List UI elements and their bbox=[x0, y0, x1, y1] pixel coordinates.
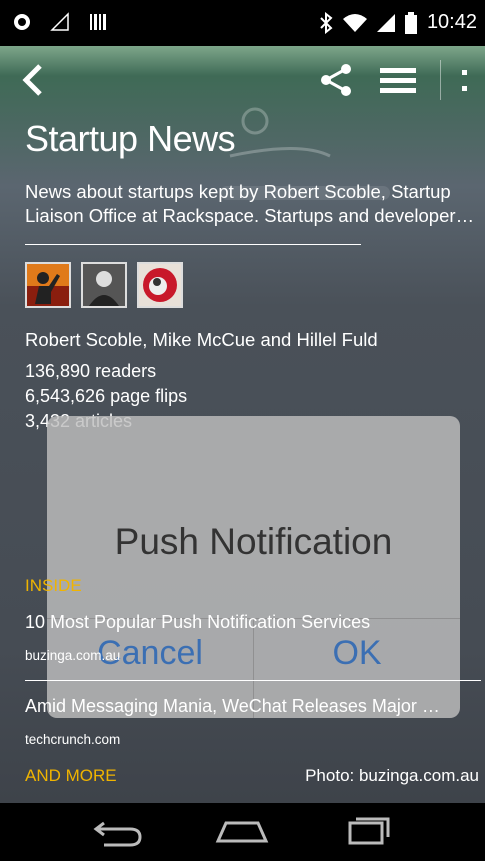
divider bbox=[25, 244, 361, 245]
and-more-link[interactable]: AND MORE bbox=[25, 766, 117, 786]
barcode-icon bbox=[90, 14, 106, 30]
magazine-cover: Startup News News about startups kept by… bbox=[0, 46, 485, 803]
push-notification-dialog: Push Notification Cancel OK bbox=[47, 416, 460, 718]
status-time: 10:42 bbox=[426, 11, 477, 33]
bluetooth-icon bbox=[320, 11, 333, 34]
menu-icon[interactable] bbox=[378, 62, 418, 98]
article-source: techcrunch.com bbox=[25, 732, 121, 747]
dialog-title: Push Notification bbox=[114, 521, 393, 562]
wifi-icon bbox=[342, 13, 367, 32]
curators[interactable]: Robert Scoble, Mike McCue and Hillel Ful… bbox=[25, 329, 378, 351]
photo-credit: Photo: buzinga.com.au bbox=[305, 766, 479, 785]
ok-button: OK bbox=[332, 634, 382, 672]
curator-avatars bbox=[25, 262, 183, 308]
avatar[interactable] bbox=[81, 262, 127, 308]
battery-icon bbox=[404, 11, 417, 34]
toolbar-divider bbox=[440, 60, 441, 100]
navigation-bar bbox=[0, 803, 485, 861]
page-flips-count: 6,543,626 page flips bbox=[25, 386, 188, 406]
article-source: buzinga.com.au bbox=[25, 648, 121, 663]
avatar[interactable] bbox=[137, 262, 183, 308]
settings-icon bbox=[14, 14, 30, 30]
magazine-description-line1: News about startups kept by Robert Scobl… bbox=[25, 181, 451, 202]
overflow-icon[interactable] bbox=[452, 62, 476, 98]
recents-nav-icon[interactable] bbox=[340, 817, 396, 847]
toolbar bbox=[0, 56, 485, 106]
share-icon[interactable] bbox=[318, 62, 354, 98]
article-title[interactable]: Amid Messaging Mania, WeChat Releases Ma… bbox=[25, 696, 475, 717]
magazine-title: Startup News bbox=[25, 118, 236, 159]
signal-off-icon bbox=[50, 12, 69, 31]
article-title[interactable]: 10 Most Popular Push Notification Servic… bbox=[25, 612, 475, 633]
readers-count: 136,890 readers bbox=[25, 361, 157, 381]
magazine-description-line2: Liaison Office at Rackspace. Startups an… bbox=[25, 205, 483, 226]
home-nav-icon[interactable] bbox=[214, 817, 270, 847]
inside-label: INSIDE bbox=[25, 576, 82, 595]
avatar[interactable] bbox=[25, 262, 71, 308]
article-divider bbox=[25, 680, 481, 681]
back-arrow-icon[interactable] bbox=[16, 62, 52, 98]
status-bar: 10:42 bbox=[0, 0, 485, 46]
cell-signal-icon bbox=[376, 13, 395, 32]
back-nav-icon[interactable] bbox=[90, 817, 146, 847]
